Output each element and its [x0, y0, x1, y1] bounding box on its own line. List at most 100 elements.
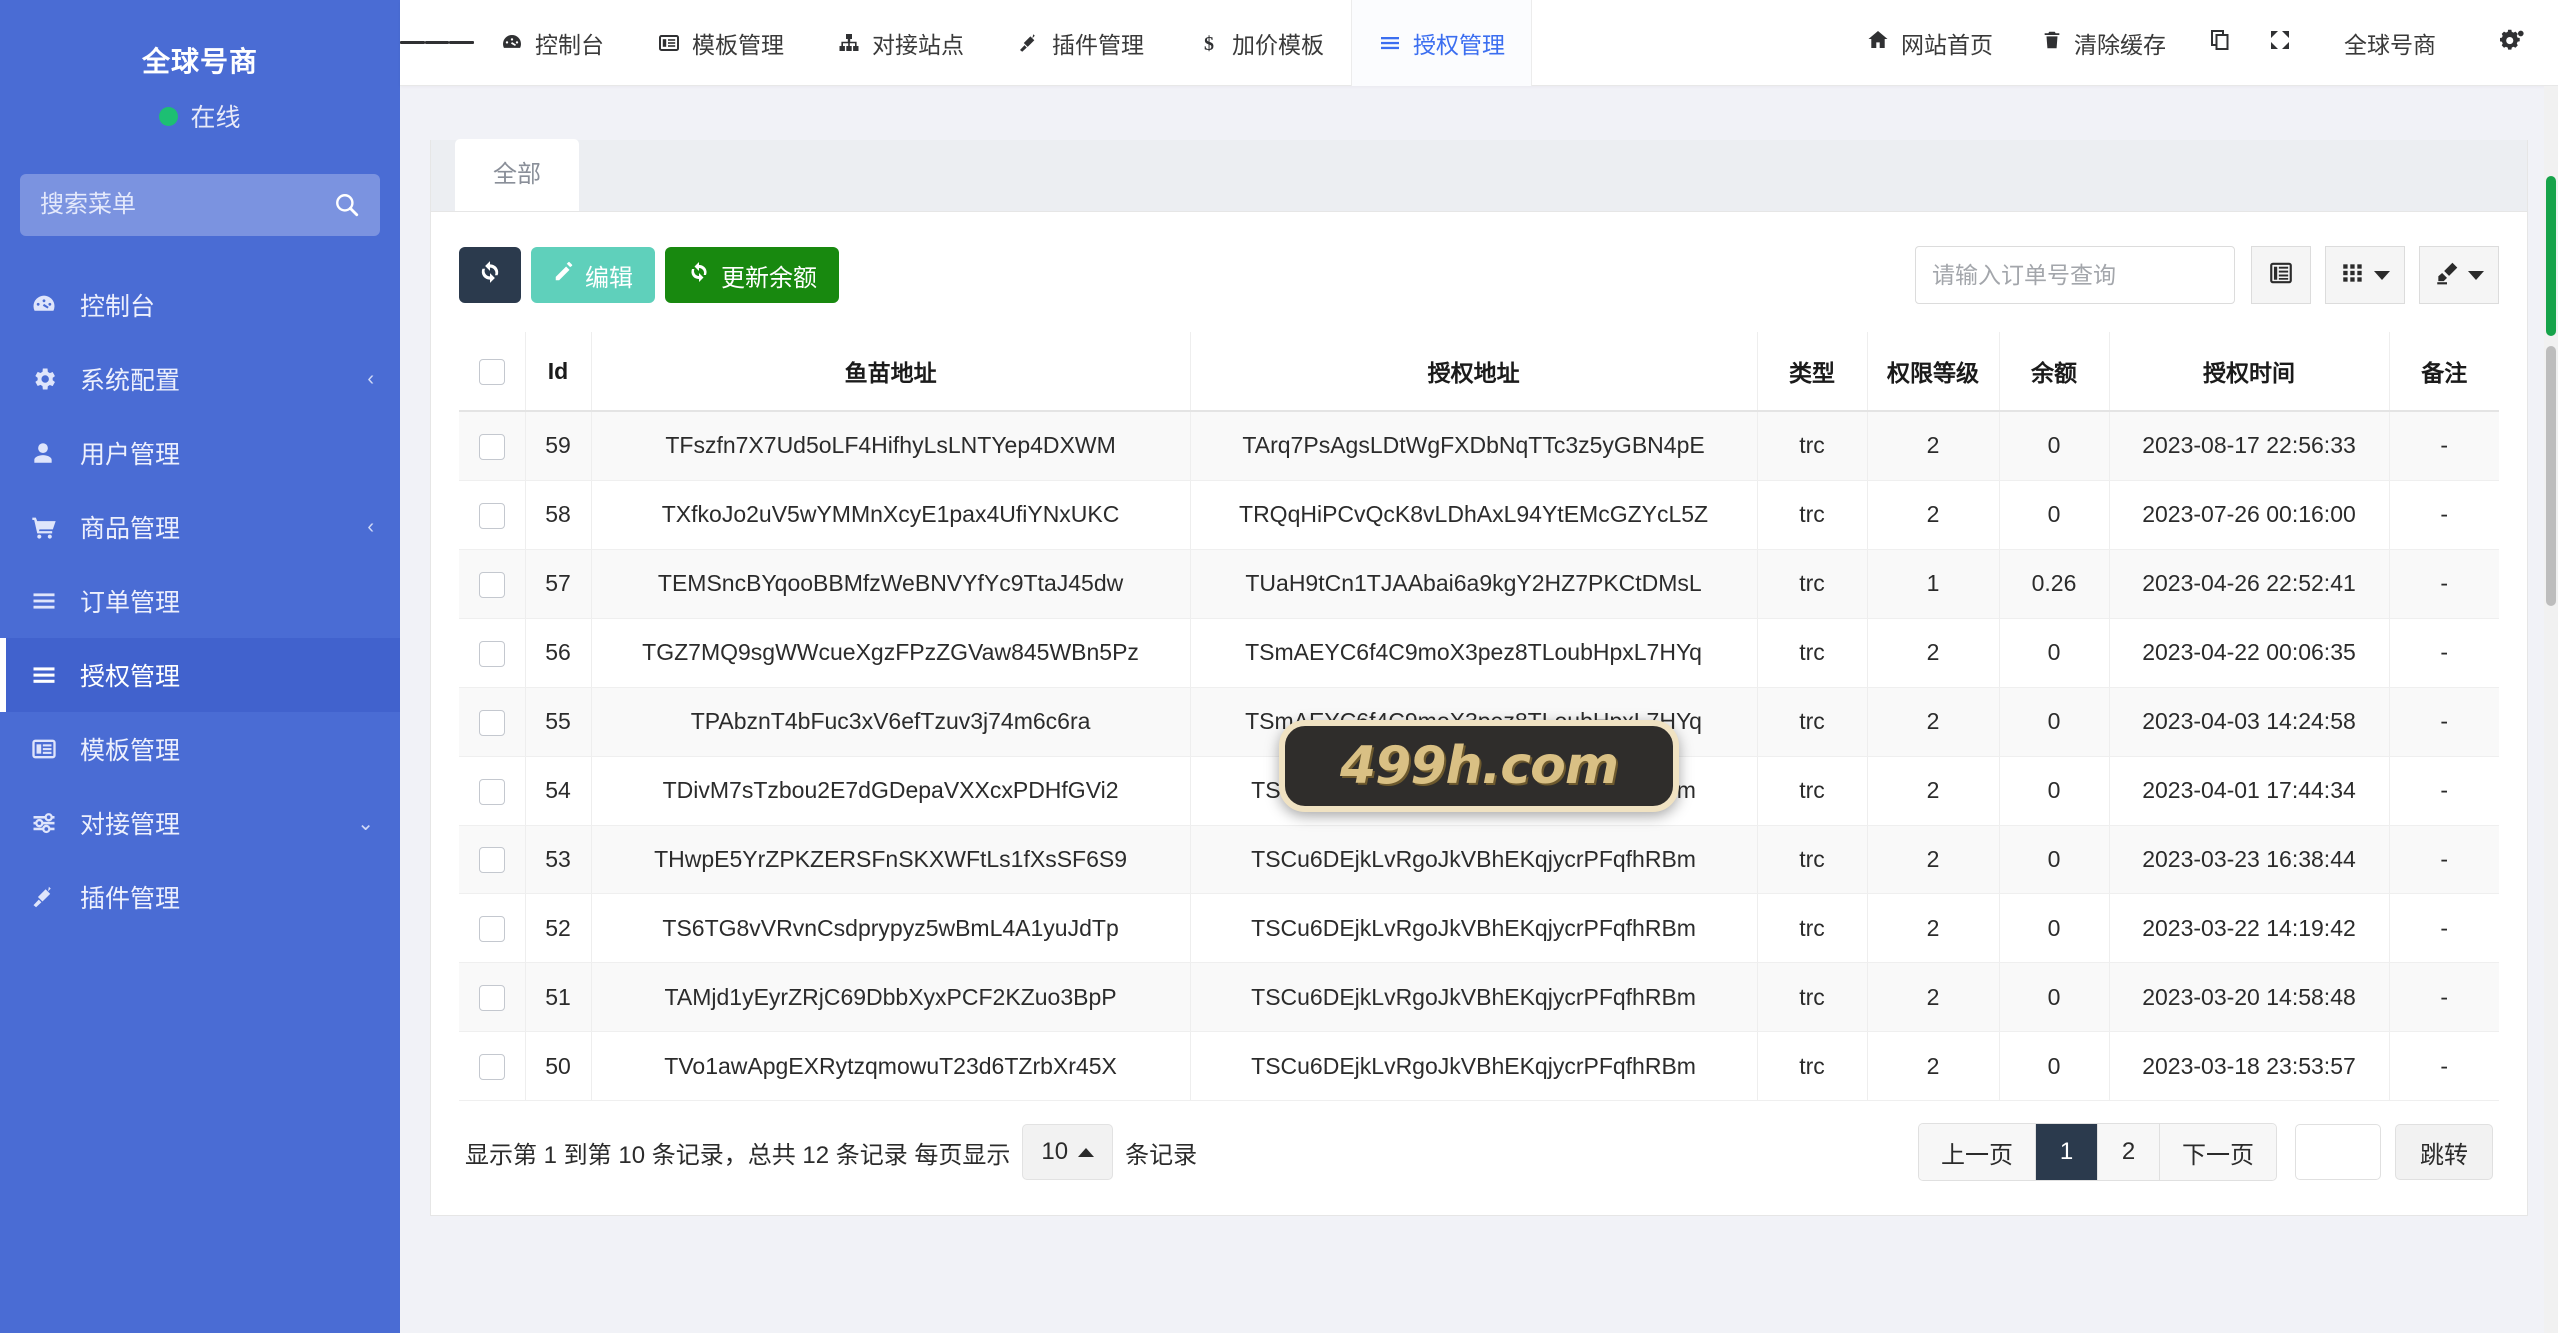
row-checkbox[interactable] — [478, 709, 505, 736]
update-balance-button[interactable]: 更新余额 — [665, 247, 839, 303]
scrollbar-thumb-green[interactable] — [2546, 176, 2556, 336]
tab-markup-template[interactable]: $ 加价模板 — [1171, 0, 1351, 86]
fullscreen-button[interactable] — [2250, 28, 2310, 58]
cell-type: trc — [1757, 480, 1868, 550]
prev-page-button[interactable]: 上一页 — [1919, 1124, 2036, 1181]
table-row[interactable]: 53 THwpE5YrZPKZERSFnSKXWFtLs1fXsSF6S9 TS… — [459, 825, 2499, 895]
page-size-selector[interactable]: 10 — [1022, 1124, 1114, 1181]
row-checkbox[interactable] — [478, 778, 505, 805]
sidebar-item-order-management[interactable]: 订单管理 — [0, 564, 400, 638]
col-auth-time[interactable]: 授权时间 — [2109, 332, 2390, 412]
table-row[interactable]: 50 TVo1awApgEXRytzqmowuT23d6TZrbXr45X TS… — [459, 1031, 2499, 1102]
cart-icon — [30, 513, 66, 541]
clear-cache-button[interactable]: 清除缓存 — [2017, 26, 2190, 60]
tab-all[interactable]: 全部 — [455, 139, 579, 211]
main-area: 控制台 模板管理 对接站点 插件管理 $ 加价模板 授权管理 网站首页 清除缓存… — [400, 0, 2558, 1333]
page-button-2[interactable]: 2 — [2098, 1124, 2160, 1181]
site-home-button[interactable]: 网站首页 — [1842, 26, 2017, 60]
sidebar-item-console[interactable]: 控制台 — [0, 268, 400, 342]
cell-level: 2 — [1867, 480, 2000, 550]
row-checkbox[interactable] — [478, 1054, 505, 1081]
edit-label: 编辑 — [585, 264, 633, 292]
gear-icon — [30, 365, 66, 393]
col-address[interactable]: 鱼苗地址 — [591, 332, 1191, 412]
row-checkbox[interactable] — [478, 502, 505, 529]
cell-balance: 0 — [1999, 687, 2110, 757]
col-level[interactable]: 权限等级 — [1867, 332, 2000, 412]
sidebar-item-user-management[interactable]: 用户管理 — [0, 416, 400, 490]
cell-id: 53 — [525, 825, 592, 895]
row-checkbox[interactable] — [478, 640, 505, 667]
jump-button[interactable]: 跳转 — [2395, 1124, 2493, 1181]
table-row[interactable]: 56 TGZ7MQ9sgWWcueXgzFPzZGVaw845WBn5Pz TS… — [459, 618, 2499, 688]
col-balance[interactable]: 余额 — [1999, 332, 2110, 412]
refresh-button[interactable] — [459, 247, 521, 303]
user-menu[interactable]: 全球号商 — [2310, 26, 2482, 60]
sidebar-item-system-config[interactable]: 系统配置 ‹ — [0, 342, 400, 416]
col-note[interactable]: 备注 — [2389, 332, 2499, 412]
export-button[interactable] — [2419, 246, 2499, 304]
page-scrollbar[interactable] — [2544, 86, 2558, 1333]
cell-note: - — [2389, 618, 2499, 688]
row-select-cell — [459, 962, 526, 1033]
row-select-cell — [459, 1031, 526, 1102]
column-chooser-button[interactable] — [2325, 246, 2405, 304]
cell-type: trc — [1757, 411, 1868, 481]
sidebar-toggle-button[interactable] — [400, 38, 475, 47]
topbar-right: 网站首页 清除缓存 全球号商 — [1842, 0, 2558, 86]
row-checkbox[interactable] — [478, 433, 505, 460]
tab-auth-management[interactable]: 授权管理 — [1351, 0, 1532, 86]
col-type[interactable]: 类型 — [1757, 332, 1868, 412]
tab-integration-sites[interactable]: 对接站点 — [811, 0, 991, 86]
select-all-checkbox[interactable] — [478, 358, 505, 385]
col-id[interactable]: Id — [525, 332, 592, 412]
tab-template-management[interactable]: 模板管理 — [631, 0, 811, 86]
cell-type: trc — [1757, 825, 1868, 895]
pagination-info: 显示第 1 到第 10 条记录，总共 12 条记录 每页显示 10 条记录 — [465, 1124, 1197, 1181]
scrollbar-thumb[interactable] — [2546, 346, 2556, 606]
cell-address: TVo1awApgEXRytzqmowuT23d6TZrbXr45X — [591, 1031, 1191, 1102]
sliders-icon — [30, 809, 66, 837]
sidebar-item-integration-management[interactable]: 对接管理 ⌄ — [0, 786, 400, 860]
cell-id: 54 — [525, 756, 592, 826]
chevron-down-icon — [2468, 270, 2484, 280]
edit-button[interactable]: 编辑 — [531, 247, 655, 303]
sidebar-item-plugin-management[interactable]: 插件管理 — [0, 860, 400, 934]
table-row[interactable]: 51 TAMjd1yEyrZRjC69DbbXyxPCF2KZuo3BpP TS… — [459, 962, 2499, 1033]
col-auth-address[interactable]: 授权地址 — [1190, 332, 1758, 412]
list-icon — [30, 661, 66, 689]
toggle-view-button[interactable] — [2251, 246, 2311, 304]
cell-note: - — [2389, 549, 2499, 619]
tab-label: 对接站点 — [872, 31, 964, 58]
jump-page-input[interactable] — [2295, 1124, 2381, 1181]
panel-body: 编辑 更新余额 请输入订单号查询 Id 鱼苗地址 授权地址 类型 权限等级 余额… — [431, 212, 2527, 1215]
row-checkbox[interactable] — [478, 571, 505, 598]
order-search-input[interactable] — [1915, 246, 2235, 304]
row-checkbox[interactable] — [478, 916, 505, 943]
sidebar-item-label: 授权管理 — [80, 663, 181, 691]
row-checkbox[interactable] — [478, 985, 505, 1012]
cell-level: 2 — [1867, 893, 2000, 964]
cell-note: - — [2389, 411, 2499, 481]
tab-plugin-management[interactable]: 插件管理 — [991, 0, 1171, 86]
table-row[interactable]: 57 TEMSncBYqooBBMfzWeBNVYfYc9TtaJ45dw TU… — [459, 549, 2499, 619]
fullscreen-icon — [2268, 28, 2292, 58]
table-row[interactable]: 52 TS6TG8vVRvnCsdprypyz5wBmL4A1yuJdTp TS… — [459, 893, 2499, 964]
next-page-button[interactable]: 下一页 — [2160, 1124, 2276, 1181]
row-checkbox[interactable] — [478, 847, 505, 874]
sidebar-item-auth-management[interactable]: 授权管理 — [0, 638, 400, 712]
table-row[interactable]: 54 TDivM7sTzbou2E7dGDepaVXXcxPDHfGVi2 TS… — [459, 756, 2499, 826]
cell-balance: 0 — [1999, 411, 2110, 481]
menu-search-input[interactable] — [20, 174, 380, 236]
sidebar-item-product-management[interactable]: 商品管理 ‹ — [0, 490, 400, 564]
table-row[interactable]: 58 TXfkoJo2uV5wYMMnXcyE1pax4UfiYNxUKC TR… — [459, 480, 2499, 550]
page-button-1[interactable]: 1 — [2036, 1124, 2098, 1181]
sidebar-item-template-management[interactable]: 模板管理 — [0, 712, 400, 786]
tab-console[interactable]: 控制台 — [474, 0, 631, 86]
table-row[interactable]: 59 TFszfn7X7Ud5oLF4HifhyLsLNTYep4DXWM TA… — [459, 411, 2499, 481]
copy-button[interactable] — [2190, 28, 2250, 58]
settings-button[interactable] — [2482, 27, 2558, 59]
cell-auth-address: TSCu6DEjkLvRgoJkVBhEKqjycrPFqfhRBm — [1190, 893, 1758, 964]
table-row[interactable]: 55 TPAbznT4bFuc3xV6efTzuv3j74m6c6ra TSmA… — [459, 687, 2499, 757]
tab-label: 授权管理 — [1413, 31, 1505, 58]
